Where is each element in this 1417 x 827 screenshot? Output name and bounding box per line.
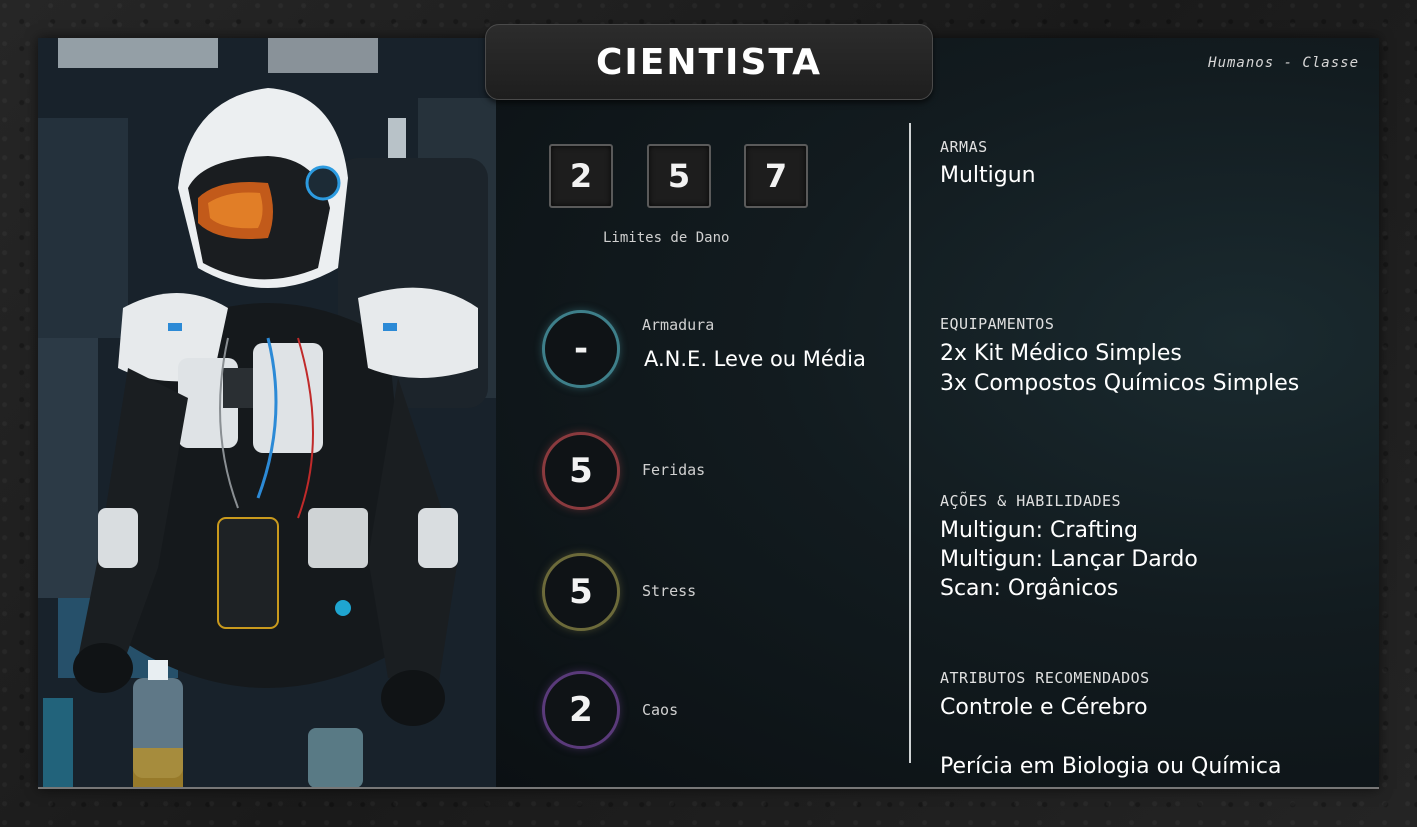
- column-divider: [909, 123, 911, 763]
- wounds-label: Feridas: [642, 461, 706, 479]
- damage-limit-3: 7: [744, 144, 808, 208]
- wounds-circle: 5: [542, 432, 620, 510]
- class-title-tab: CIENTISTA: [485, 24, 933, 100]
- armor-label: Armadura: [642, 316, 715, 334]
- armor-value: A.N.E. Leve ou Média: [644, 347, 866, 371]
- weapons-line: Multigun: [940, 163, 1036, 188]
- action-line: Multigun: Lançar Dardo: [940, 547, 1198, 572]
- action-line: Multigun: Crafting: [940, 518, 1138, 543]
- action-line: Scan: Orgânicos: [940, 576, 1119, 601]
- info-panel: [496, 38, 1379, 789]
- equipment-line: 3x Compostos Químicos Simples: [940, 371, 1300, 396]
- damage-limit-1: 2: [549, 144, 613, 208]
- card-bottom-edge: [38, 787, 1379, 789]
- chaos-circle: 2: [542, 671, 620, 749]
- actions-heading: AÇÕES & HABILIDADES: [940, 492, 1122, 510]
- attribute-line: Controle e Cérebro: [940, 695, 1148, 720]
- armor-circle: -: [542, 310, 620, 388]
- stress-circle: 5: [542, 553, 620, 631]
- equipment-heading: EQUIPAMENTOS: [940, 315, 1055, 333]
- damage-limit-2: 5: [647, 144, 711, 208]
- attributes-heading: ATRIBUTOS RECOMENDADOS: [940, 669, 1150, 687]
- damage-limits-label: Limites de Dano: [603, 230, 730, 246]
- weapons-heading: ARMAS: [940, 138, 988, 156]
- class-title: CIENTISTA: [595, 41, 823, 83]
- scientist-armor-figure: [38, 38, 496, 789]
- attribute-line: Perícia em Biologia ou Química: [940, 754, 1282, 779]
- character-illustration: [38, 38, 496, 789]
- stress-label: Stress: [642, 582, 697, 600]
- class-subtitle: Humanos - Classe: [1208, 55, 1359, 71]
- chaos-label: Caos: [642, 701, 679, 719]
- equipment-line: 2x Kit Médico Simples: [940, 341, 1182, 366]
